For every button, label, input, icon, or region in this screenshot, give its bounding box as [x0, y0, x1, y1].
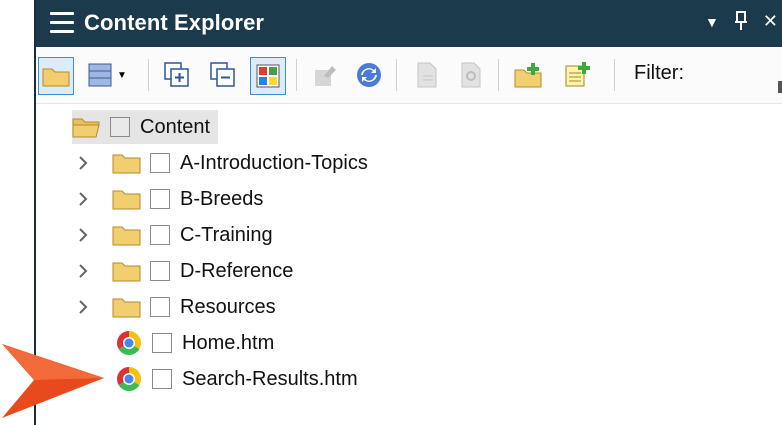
find-button[interactable]: [454, 57, 488, 93]
view-dropdown-button[interactable]: ▼: [82, 57, 132, 93]
tree-checkbox[interactable]: [150, 225, 170, 245]
refresh-icon: [357, 63, 381, 87]
chevron-right-icon[interactable]: [74, 298, 92, 316]
refresh-button[interactable]: [352, 57, 386, 93]
folder-icon: [112, 154, 141, 174]
folder-icon: [112, 262, 141, 282]
content-explorer-panel: Content Explorer ▼ ✕ ▼ Filter: Content A…: [34, 0, 782, 425]
menu-icon[interactable]: [50, 12, 74, 34]
new-topic-button[interactable]: [410, 57, 444, 93]
tree-root-content[interactable]: Content: [72, 110, 219, 144]
folder-icon: [112, 226, 141, 246]
panel-title-bar: Content Explorer ▼ ✕: [36, 0, 782, 47]
tree-item-label: Home.htm: [182, 331, 275, 354]
tree-item-label: Resources: [180, 295, 276, 318]
tree-checkbox[interactable]: [150, 261, 170, 281]
tree-item-a-introduction-topics[interactable]: A-Introduction-Topics: [79, 146, 368, 180]
tree-checkbox[interactable]: [150, 153, 170, 173]
tree-checkbox[interactable]: [150, 297, 170, 317]
new-topic-icon: [417, 62, 437, 88]
folder-icon: [112, 298, 141, 318]
chrome-icon: [117, 331, 141, 355]
tree-checkbox[interactable]: [110, 117, 130, 137]
chevron-right-icon[interactable]: [74, 154, 92, 172]
open-folder-button[interactable]: [38, 57, 74, 95]
new-folder-icon: [514, 63, 542, 88]
color-tiles-icon: [256, 64, 280, 88]
collapse-all-icon: [210, 62, 235, 87]
folder-icon: [42, 68, 70, 87]
tree-item-search-results-htm[interactable]: Search-Results.htm: [116, 362, 358, 396]
folder-icon: [112, 190, 141, 210]
chevron-right-icon[interactable]: [74, 190, 92, 208]
tree-item-resources[interactable]: Resources: [79, 290, 276, 324]
close-icon[interactable]: ✕: [763, 11, 778, 36]
chrome-icon: [117, 367, 141, 391]
tree-item-c-training[interactable]: C-Training: [79, 218, 273, 252]
toolbar: ▼ Filter:: [36, 47, 782, 104]
tree-item-label: Search-Results.htm: [182, 367, 358, 390]
move-up-button[interactable]: [308, 57, 342, 93]
tree-item-label: C-Training: [180, 223, 273, 246]
find-icon: [461, 62, 481, 88]
tree-root-label: Content: [140, 115, 211, 138]
tree-checkbox[interactable]: [150, 189, 170, 209]
expand-all-icon: [164, 62, 189, 87]
tree-checkbox[interactable]: [152, 333, 172, 353]
chevron-right-icon[interactable]: [74, 226, 92, 244]
open-folder-icon: [72, 118, 100, 138]
tree-item-d-reference[interactable]: D-Reference: [79, 254, 294, 288]
color-tiles-button[interactable]: [250, 57, 286, 95]
tree-checkbox[interactable]: [152, 369, 172, 389]
tree-item-home-htm[interactable]: Home.htm: [116, 326, 274, 360]
collapse-all-button[interactable]: [206, 57, 240, 93]
expand-all-button[interactable]: [160, 57, 194, 93]
pointer-arrow-icon: [2, 344, 104, 418]
filter-label: Filter:: [634, 62, 684, 84]
add-file-button[interactable]: [560, 57, 594, 93]
tree-item-label: B-Breeds: [180, 187, 264, 210]
grid-view-icon: [88, 63, 112, 87]
panel-title: Content Explorer: [84, 10, 265, 35]
new-folder-button[interactable]: [512, 57, 546, 93]
chevron-down-icon: ▼: [117, 69, 127, 81]
panel-dropdown-icon[interactable]: ▼: [705, 14, 719, 36]
scrollbar-thumb[interactable]: [778, 81, 782, 93]
tree-item-label: D-Reference: [180, 259, 294, 282]
pin-icon[interactable]: [734, 11, 747, 36]
add-file-icon: [565, 62, 590, 87]
tree-item-label: A-Introduction-Topics: [180, 151, 368, 174]
tree-item-b-breeds[interactable]: B-Breeds: [79, 182, 264, 216]
move-up-icon: [315, 66, 336, 86]
chevron-right-icon[interactable]: [74, 262, 92, 280]
